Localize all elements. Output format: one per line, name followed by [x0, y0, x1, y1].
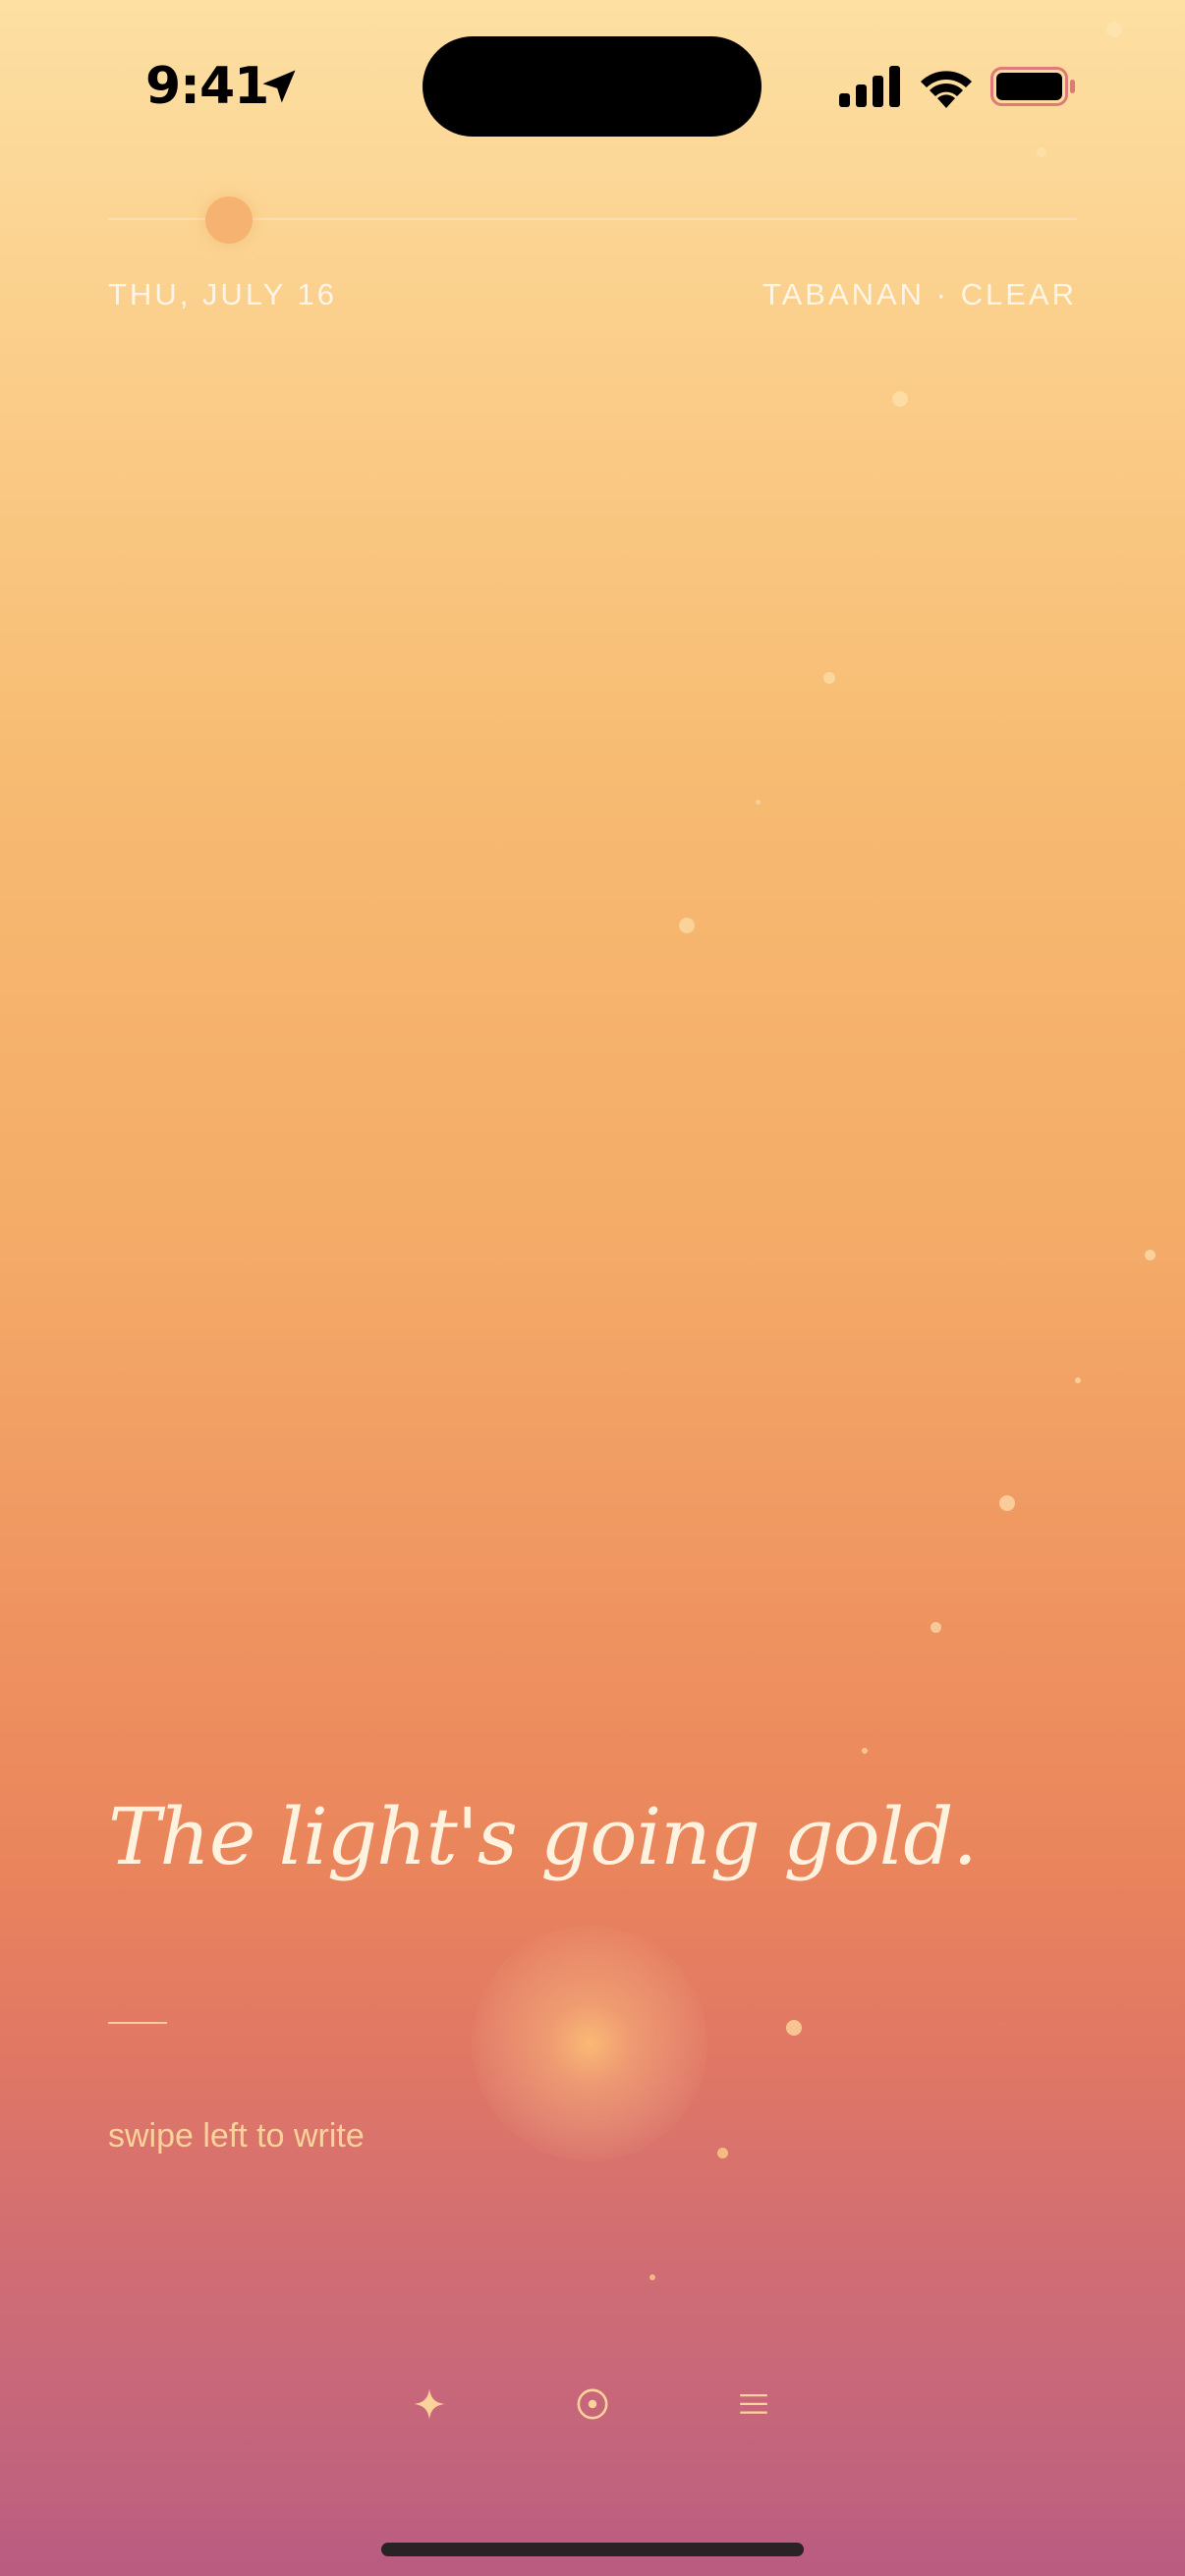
particle: [931, 1622, 941, 1633]
particle: [1075, 1377, 1081, 1383]
headline: The light's going gold.: [108, 1791, 978, 1882]
particle: [999, 1495, 1015, 1511]
particle: [892, 391, 908, 407]
particle: [1145, 1250, 1156, 1260]
light-glow: [472, 1926, 707, 2161]
home-indicator[interactable]: [381, 2543, 804, 2556]
particle: [786, 2020, 802, 2036]
location-weather-label: TABANAN · CLEAR: [762, 277, 1077, 311]
nav-sparkle-button[interactable]: [403, 2378, 456, 2431]
status-time: 9:41: [145, 57, 269, 116]
sparkle-icon: [414, 2388, 445, 2420]
meta-row: THU, JULY 16 TABANAN · CLEAR: [108, 275, 1077, 314]
battery-icon: [990, 67, 1075, 106]
sun-track: [108, 218, 1077, 220]
particle: [649, 2274, 655, 2280]
divider: [108, 2022, 167, 2024]
particle: [1106, 22, 1122, 37]
particle: [862, 1748, 868, 1754]
nav-menu-button[interactable]: [727, 2378, 780, 2431]
sun-indicator: [205, 196, 253, 244]
menu-icon: [740, 2394, 767, 2414]
particle: [679, 918, 695, 933]
particle: [823, 672, 835, 684]
particle: [756, 800, 761, 805]
dynamic-island: [423, 36, 762, 137]
wifi-icon: [921, 71, 972, 108]
cellular-signal-icon: [839, 66, 900, 107]
particle: [1037, 147, 1046, 157]
screen: 9:41 THU, JULY 16 TABANAN · CLEAR The li: [0, 0, 1185, 2576]
particle: [717, 2148, 728, 2158]
date-label: THU, JULY 16: [108, 277, 337, 311]
nav-target-button[interactable]: [566, 2378, 619, 2431]
target-icon: [577, 2388, 608, 2420]
location-arrow-icon: [262, 70, 296, 103]
swipe-hint: swipe left to write: [108, 2117, 365, 2155]
